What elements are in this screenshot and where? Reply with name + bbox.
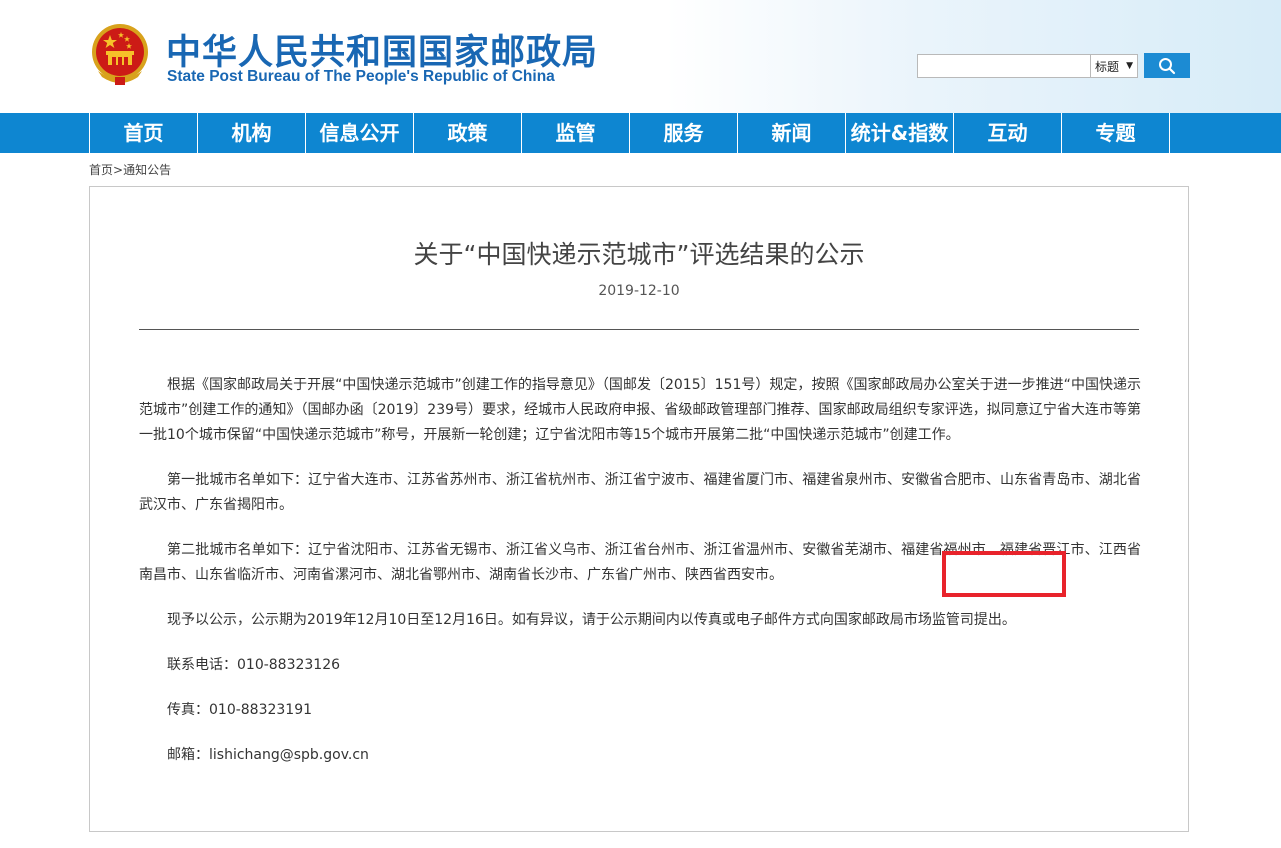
contact-phone: 联系电话：010-88323126	[167, 657, 341, 673]
site-title-english[interactable]: State Post Bureau of The People's Republ…	[167, 68, 555, 86]
dropdown-arrow-icon: ▼	[1126, 61, 1133, 71]
article-paragraph-3: 第二批城市名单如下：辽宁省沈阳市、江苏省无锡市、浙江省义乌市、浙江省台州市、浙江…	[139, 538, 1141, 588]
article-paragraph-1: 根据《国家邮政局关于开展“中国快递示范城市”创建工作的指导意见》（国邮发〔201…	[139, 377, 1141, 443]
para3-text-before: 第二批城市名单如下：辽宁省沈阳市、江苏省无锡市、浙江省义乌市、浙江省台州市、浙江…	[167, 542, 902, 558]
nav-item-topics[interactable]: 专题	[1061, 113, 1170, 153]
search-icon	[1159, 57, 1176, 74]
search-box: 标题 ▼	[917, 53, 1190, 78]
breadcrumb-separator: >	[113, 163, 124, 177]
nav-item-news[interactable]: 新闻	[737, 113, 845, 153]
main-nav: 首页 机构 信息公开 政策 监管 服务 新闻 统计&指数 互动 专题	[0, 113, 1281, 153]
search-scope-value: 标题	[1095, 59, 1120, 74]
nav-item-organization[interactable]: 机构	[197, 113, 305, 153]
breadcrumb-home-link[interactable]: 首页	[89, 163, 113, 177]
highlighted-city-fuzhou: 福建省福州市、	[901, 542, 1000, 558]
article-paragraph-4: 现予以公示，公示期为2019年12月10日至12月16日。如有异议，请于公示期间…	[167, 612, 1016, 628]
contact-fax: 传真：010-88323191	[167, 702, 313, 718]
article-paragraph-2: 第一批城市名单如下：辽宁省大连市、江苏省苏州市、浙江省杭州市、浙江省宁波市、福建…	[139, 472, 1141, 513]
search-button[interactable]	[1144, 53, 1190, 78]
article-body: 根据《国家邮政局关于开展“中国快递示范城市”创建工作的指导意见》（国邮发〔201…	[139, 373, 1141, 788]
search-scope-select[interactable]: 标题 ▼	[1090, 54, 1138, 78]
nav-item-policy[interactable]: 政策	[413, 113, 521, 153]
nav-item-statistics[interactable]: 统计&指数	[845, 113, 953, 153]
nav-item-interaction[interactable]: 互动	[953, 113, 1061, 153]
article-title: 关于“中国快递示范城市”评选结果的公示	[413, 240, 865, 269]
nav-item-info-disclosure[interactable]: 信息公开	[305, 113, 413, 153]
nav-item-service[interactable]: 服务	[629, 113, 737, 153]
nav-item-home[interactable]: 首页	[89, 113, 197, 153]
contact-email: 邮箱：lishichang@spb.gov.cn	[167, 747, 369, 763]
site-header: 中华人民共和国国家邮政局 State Post Bureau of The Pe…	[0, 0, 1281, 113]
article-date: 2019-12-10	[598, 283, 680, 299]
national-emblem-icon[interactable]	[88, 21, 152, 87]
article-container: 关于“中国快递示范城市”评选结果的公示 2019-12-10 根据《国家邮政局关…	[89, 186, 1189, 832]
breadcrumb: 首页>通知公告	[89, 161, 171, 178]
search-input[interactable]	[917, 54, 1090, 78]
article-divider	[139, 329, 1139, 330]
nav-item-supervision[interactable]: 监管	[521, 113, 629, 153]
breadcrumb-current-link[interactable]: 通知公告	[123, 163, 171, 177]
